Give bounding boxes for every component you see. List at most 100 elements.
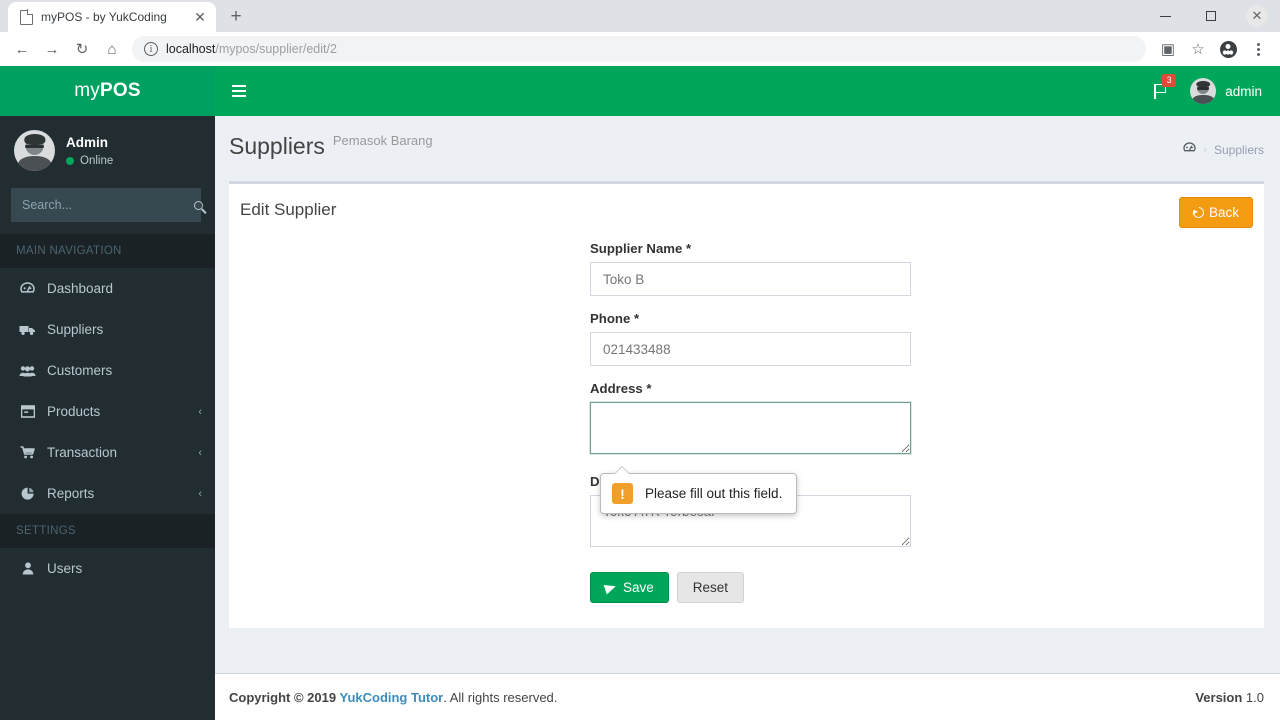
navbar-user-label: admin <box>1225 83 1262 99</box>
user-avatar <box>1190 78 1217 104</box>
sidebar-item-label: Transaction <box>47 445 118 460</box>
phone-input[interactable] <box>590 332 911 366</box>
arrow-left-icon[interactable]: ← <box>8 35 36 63</box>
plus-icon[interactable]: + <box>222 3 250 31</box>
sidebar-user-name: Admin <box>66 134 108 150</box>
sidebar-item-suppliers[interactable]: Suppliers <box>0 309 215 350</box>
dashboard-icon <box>19 282 36 295</box>
save-button[interactable]: Save <box>590 572 669 603</box>
edit-supplier-card: Edit Supplier Back Supplier Name * Phone… <box>229 181 1264 628</box>
browser-tab[interactable]: myPOS - by YukCoding ✕ <box>8 2 216 32</box>
sidebar-item-transaction[interactable]: Transaction ‹ <box>0 432 215 473</box>
search-input[interactable] <box>11 188 194 222</box>
sidebar-item-label: Suppliers <box>47 322 104 337</box>
sidebar-item-reports[interactable]: Reports ‹ <box>0 473 215 514</box>
brand-logo[interactable]: my POS <box>0 66 215 116</box>
footer-version-value: 1.0 <box>1245 689 1264 705</box>
status-badge: 3 <box>1162 74 1177 87</box>
phone-label: Phone * <box>590 311 640 326</box>
footer-version-label: Version <box>1195 689 1243 705</box>
card-header: Edit Supplier Back <box>229 184 1264 241</box>
sidebar-user-status: Online <box>66 155 113 167</box>
tab-title: myPOS - by YukCoding <box>41 10 167 24</box>
profile-avatar-icon[interactable] <box>1214 35 1242 63</box>
footer-copyright-prefix: Copyright © 2019 <box>229 689 340 705</box>
pie-chart-icon <box>19 487 36 501</box>
maximize-icon[interactable] <box>1188 0 1234 32</box>
form-group-phone: Phone * <box>590 311 911 366</box>
back-button[interactable]: Back <box>1178 197 1253 228</box>
footer-version: Version 1.0 <box>1195 690 1264 705</box>
page-title: Suppliers <box>229 133 325 159</box>
search-button[interactable] <box>194 188 203 222</box>
navbar-user-menu[interactable]: admin <box>1182 66 1266 116</box>
browser-chrome: myPOS - by YukCoding ✕ + ✕ ← → ↻ ⌂ i loc… <box>0 0 1280 66</box>
send-icon <box>603 581 618 594</box>
sidebar-search[interactable] <box>11 188 203 222</box>
hamburger-icon[interactable] <box>215 66 263 116</box>
browser-toolbar: ← → ↻ ⌂ i localhost/mypos/supplier/edit/… <box>0 32 1280 66</box>
info-circle-icon: i <box>144 42 158 56</box>
form-group-supplier-name: Supplier Name * <box>590 241 911 296</box>
star-icon[interactable]: ☆ <box>1184 35 1212 63</box>
window-controls: ✕ <box>1142 0 1280 32</box>
home-dashboard-icon[interactable] <box>1183 142 1196 157</box>
sidebar-item-users[interactable]: Users <box>0 548 215 589</box>
address-textarea[interactable] <box>590 402 911 454</box>
box-icon <box>19 405 36 418</box>
truck-icon <box>19 324 36 336</box>
undo-icon <box>1190 204 1207 221</box>
brand-prefix: my <box>74 80 100 101</box>
warning-icon: ! <box>612 483 633 504</box>
search-icon <box>194 200 203 210</box>
sidebar-item-dashboard[interactable]: Dashboard <box>0 268 215 309</box>
address-bar[interactable]: i localhost/mypos/supplier/edit/2 <box>132 36 1146 62</box>
top-navbar: my POS 3 admin <box>0 66 1280 116</box>
sidebar-section-header-settings: SETTINGS <box>0 514 215 548</box>
address-label: Address * <box>590 381 652 396</box>
arrow-right-icon[interactable]: → <box>38 35 66 63</box>
close-icon[interactable]: ✕ <box>192 9 208 25</box>
card-title: Edit Supplier <box>240 200 337 219</box>
sidebar-user-status-label: Online <box>80 154 114 167</box>
footer-copyright-suffix: . All rights reserved. <box>443 689 558 705</box>
url-text: localhost/mypos/supplier/edit/2 <box>166 42 337 56</box>
translate-icon[interactable]: ▣ <box>1154 35 1182 63</box>
sidebar-item-products[interactable]: Products ‹ <box>0 391 215 432</box>
chevron-left-icon: ‹ <box>198 446 202 459</box>
sidebar: Admin Online MAIN NAVIGATION Dashboard <box>0 116 215 720</box>
close-icon[interactable]: ✕ <box>1234 0 1280 32</box>
url-path: /mypos/supplier/edit/2 <box>215 42 337 56</box>
footer-link[interactable]: YukCoding Tutor <box>339 690 443 705</box>
kebab-menu-icon[interactable] <box>1244 35 1272 63</box>
app-viewport: my POS 3 admin Admin Online Search... MA… <box>0 66 1280 720</box>
online-dot-icon <box>66 156 74 165</box>
sidebar-user-panel[interactable]: Admin Online <box>0 116 215 185</box>
reset-button[interactable]: Reset <box>676 572 745 603</box>
url-host: localhost <box>166 42 216 56</box>
page-icon <box>20 9 34 25</box>
form-actions: Save Reset <box>590 572 911 603</box>
form-group-address: Address * <box>590 381 911 459</box>
reload-icon[interactable]: ↻ <box>68 35 96 63</box>
validation-tooltip-text: Please fill out this field. <box>645 486 783 501</box>
breadcrumb-current: Suppliers <box>1213 142 1264 157</box>
sidebar-item-customers[interactable]: Customers <box>0 350 215 391</box>
validation-tooltip: ! Please fill out this field. <box>600 466 798 514</box>
flag-notification-button[interactable]: 3 <box>1140 66 1182 116</box>
users-icon <box>19 365 36 377</box>
card-body: Supplier Name * Phone * Address * Descri… <box>229 241 1264 628</box>
sidebar-item-label: Customers <box>47 363 113 378</box>
chevron-left-icon: ‹ <box>198 487 202 500</box>
cart-icon <box>19 446 36 459</box>
avatar <box>14 130 55 171</box>
supplier-name-input[interactable] <box>590 262 911 296</box>
sidebar-item-label: Users <box>47 561 83 576</box>
sidebar-section-header-main: MAIN NAVIGATION <box>0 234 215 268</box>
minimize-icon[interactable] <box>1142 0 1188 32</box>
content-area: Suppliers Pemasok Barang › Suppliers Edi… <box>215 116 1280 720</box>
back-button-label: Back <box>1208 205 1239 220</box>
sidebar-item-label: Reports <box>47 486 95 501</box>
home-icon[interactable]: ⌂ <box>98 35 126 63</box>
page-subtitle: Pemasok Barang <box>332 133 433 148</box>
